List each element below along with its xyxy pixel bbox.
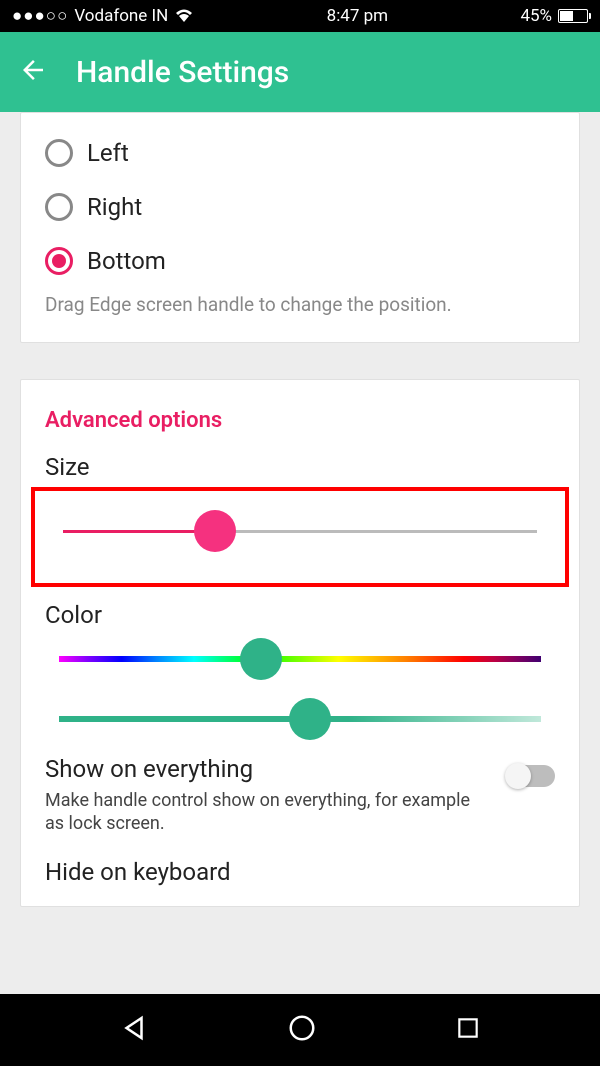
slider-track	[63, 530, 537, 533]
size-label: Size	[45, 453, 555, 481]
wifi-icon	[174, 8, 194, 24]
status-time: 8:47 pm	[327, 6, 388, 26]
radio-left[interactable]: Left	[45, 139, 555, 167]
hue-track	[59, 656, 541, 662]
battery-pct: 45%	[520, 6, 552, 26]
radio-icon	[45, 193, 73, 221]
size-slider[interactable]	[49, 507, 551, 555]
radio-label: Left	[87, 139, 129, 167]
android-nav-bar	[0, 994, 600, 1066]
signal-dots-icon: ●●●○○	[12, 6, 68, 26]
radio-label: Bottom	[87, 247, 166, 275]
back-arrow-icon[interactable]	[18, 55, 48, 89]
show-toggle[interactable]	[507, 765, 555, 787]
show-sub: Make handle control show on everything, …	[45, 789, 489, 836]
status-right: 45%	[520, 6, 588, 26]
color-label: Color	[45, 601, 555, 629]
radio-icon	[45, 139, 73, 167]
hide-on-keyboard-label[interactable]: Hide on keyboard	[45, 858, 555, 886]
battery-icon	[558, 9, 588, 23]
radio-right[interactable]: Right	[45, 193, 555, 221]
radio-bottom[interactable]: Bottom	[45, 247, 555, 275]
advanced-header: Advanced options	[45, 408, 555, 433]
slider-thumb[interactable]	[194, 510, 236, 552]
radio-icon-selected	[45, 247, 73, 275]
advanced-card: Advanced options Size Color Show on ever…	[20, 379, 580, 907]
nav-home-icon[interactable]	[287, 1013, 317, 1047]
size-slider-highlight	[31, 487, 569, 587]
saturation-track	[59, 716, 541, 722]
nav-recent-icon[interactable]	[455, 1015, 481, 1045]
show-on-everything-row[interactable]: Show on everything Make handle control s…	[45, 755, 555, 836]
slider-thumb[interactable]	[240, 638, 282, 680]
position-helper: Drag Edge screen handle to change the po…	[45, 293, 555, 316]
content-scroll[interactable]: Left Right Bottom Drag Edge screen handl…	[0, 112, 600, 994]
page-title: Handle Settings	[76, 55, 289, 90]
radio-label: Right	[87, 193, 142, 221]
status-bar: ●●●○○ Vodafone IN 8:47 pm 45%	[0, 0, 600, 32]
status-left: ●●●○○ Vodafone IN	[12, 6, 194, 26]
position-card: Left Right Bottom Drag Edge screen handl…	[20, 112, 580, 343]
nav-back-icon[interactable]	[119, 1013, 149, 1047]
carrier-label: Vodafone IN	[74, 6, 168, 26]
switch-text: Show on everything Make handle control s…	[45, 755, 489, 836]
app-bar: Handle Settings	[0, 32, 600, 112]
saturation-slider[interactable]	[45, 695, 555, 743]
hue-slider[interactable]	[45, 635, 555, 683]
show-label: Show on everything	[45, 755, 489, 783]
slider-thumb[interactable]	[289, 698, 331, 740]
toggle-knob	[505, 763, 531, 789]
